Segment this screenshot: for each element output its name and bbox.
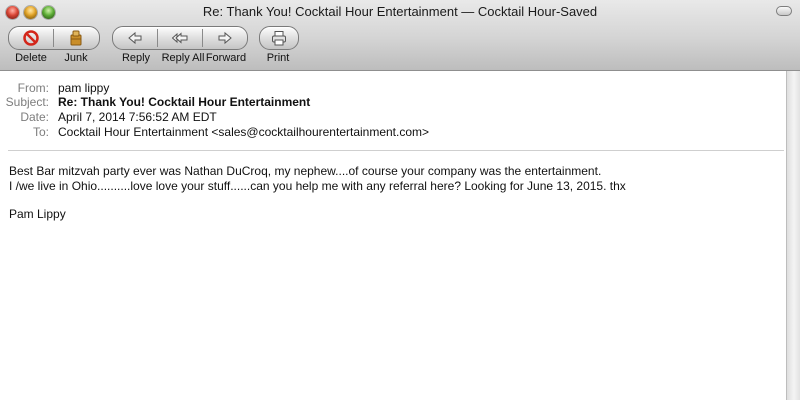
junk-icon[interactable] [68,30,84,46]
header-divider [8,150,784,151]
print-button-label[interactable]: Print [257,52,299,64]
message-line-2: I /we live in Ohio..........love love yo… [9,179,626,193]
junk-button-label[interactable]: Junk [54,52,98,64]
toolbar-toggle-button[interactable] [776,6,792,16]
window-title: Re: Thank You! Cocktail Hour Entertainme… [202,4,598,19]
button-divider [202,29,203,47]
from-value[interactable]: pam lippy [58,81,109,95]
reply-button-label[interactable]: Reply [112,52,160,64]
subject-label: Subject: [5,95,49,109]
reply-arrow-icon[interactable] [127,30,143,46]
forward-button-label[interactable]: Forward [203,52,249,64]
window-toolbar: Re: Thank You! Cocktail Hour Entertainme… [0,0,800,71]
to-label: To: [32,125,49,139]
button-divider [53,29,54,47]
delete-icon[interactable] [23,30,39,46]
to-value[interactable]: Cocktail Hour Entertainment <sales@cockt… [58,125,429,139]
printer-icon [271,30,287,46]
mail-window: Re: Thank You! Cocktail Hour Entertainme… [0,0,800,400]
reply-all-button-label[interactable]: Reply All [156,52,210,64]
subject-value: Re: Thank You! Cocktail Hour Entertainme… [58,95,311,109]
delete-button-label[interactable]: Delete [8,52,54,64]
button-divider [157,29,158,47]
forward-arrow-icon[interactable] [217,30,233,46]
message-signature: Pam Lippy [9,207,66,221]
message-line-1: Best Bar mitzvah party ever was Nathan D… [9,164,602,178]
print-button[interactable] [259,26,299,50]
delete-junk-button-group [8,26,100,50]
date-label: Date: [20,110,49,124]
from-label: From: [17,81,49,95]
vertical-scrollbar[interactable] [786,71,800,400]
reply-all-arrow-icon[interactable] [171,30,188,46]
reply-forward-button-group [112,26,248,50]
date-value: April 7, 2014 7:56:52 AM EDT [58,110,217,124]
